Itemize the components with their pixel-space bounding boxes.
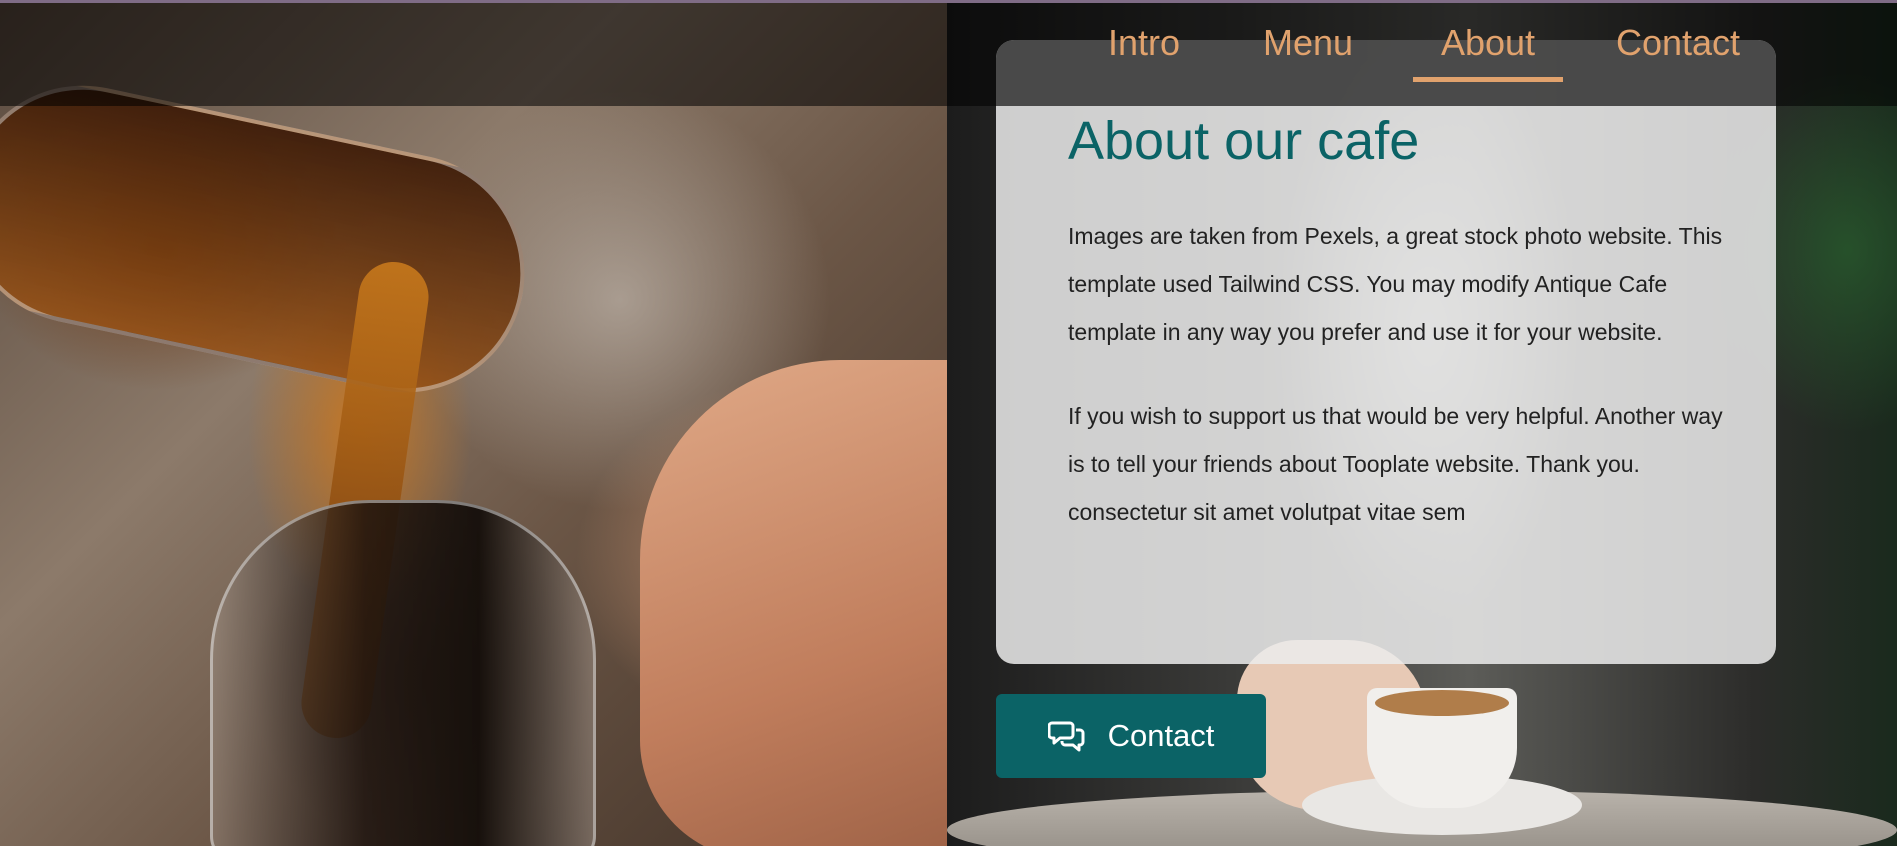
pouring-glass bbox=[0, 63, 547, 415]
coffee-surface bbox=[1375, 690, 1509, 716]
glass-carafe bbox=[210, 500, 596, 846]
about-text: Images are taken from Pexels, a great st… bbox=[1068, 212, 1738, 572]
about-paragraph: If you wish to support us that would be … bbox=[1068, 403, 1723, 525]
nav-intro[interactable]: Intro bbox=[1070, 18, 1218, 80]
top-border bbox=[0, 0, 1897, 3]
contact-button[interactable]: Contact bbox=[996, 694, 1266, 778]
coffee-pour-photo bbox=[0, 0, 947, 846]
about-card: About our cafe Images are taken from Pex… bbox=[996, 40, 1776, 664]
chat-bubbles-icon bbox=[1047, 719, 1086, 753]
about-title: About our cafe bbox=[1068, 111, 1420, 171]
nav-contact[interactable]: Contact bbox=[1578, 18, 1778, 80]
nav-about-label: About bbox=[1440, 22, 1536, 63]
nav-contact-label: Contact bbox=[1615, 22, 1741, 63]
nav-intro-label: Intro bbox=[1107, 22, 1181, 63]
nav-menu-label: Menu bbox=[1262, 22, 1354, 63]
hand bbox=[640, 360, 947, 846]
about-paragraph: Images are taken from Pexels, a great st… bbox=[1068, 223, 1723, 345]
nav-about[interactable]: About bbox=[1398, 18, 1578, 82]
nav-menu[interactable]: Menu bbox=[1218, 18, 1398, 80]
contact-button-label: Contact bbox=[1107, 718, 1215, 753]
active-underline bbox=[1413, 77, 1563, 82]
main-nav: Intro Menu About Contact bbox=[1070, 18, 1778, 82]
